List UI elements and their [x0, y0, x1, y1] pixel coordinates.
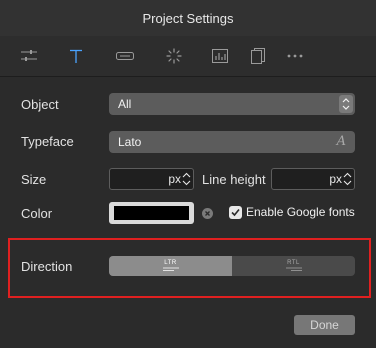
- more-icon: [287, 54, 303, 58]
- tool-button[interactable]: [113, 44, 137, 68]
- direction-segmented-control: LTR RTL: [109, 256, 355, 276]
- loader-icon: [166, 48, 182, 64]
- size-input[interactable]: px: [109, 168, 194, 190]
- tool-text[interactable]: [64, 44, 88, 68]
- line-height-input[interactable]: px: [271, 168, 355, 190]
- project-settings-window: Project Settings Object All Typeface Lat…: [0, 0, 376, 348]
- object-select-value: All: [118, 97, 132, 111]
- direction-label: Direction: [21, 259, 73, 274]
- text-icon: [68, 48, 84, 64]
- typeface-label: Typeface: [21, 134, 74, 149]
- tool-chart[interactable]: [208, 44, 232, 68]
- clear-color-button[interactable]: [202, 208, 213, 219]
- tool-sliders[interactable]: [17, 44, 41, 68]
- google-fonts-label[interactable]: Enable Google fonts: [246, 205, 355, 219]
- title-bar: Project Settings: [0, 0, 376, 36]
- select-arrows-icon: [339, 95, 353, 113]
- size-label: Size: [21, 172, 47, 187]
- typeface-field[interactable]: Lato A: [109, 131, 355, 153]
- direction-option-rtl[interactable]: RTL: [232, 256, 355, 276]
- object-label: Object: [21, 97, 59, 112]
- line-height-stepper-icon[interactable]: [343, 172, 352, 186]
- checkmark-icon: [229, 206, 242, 219]
- line-height-unit: px: [329, 172, 342, 186]
- window-title: Project Settings: [142, 10, 234, 26]
- close-icon: [202, 208, 213, 219]
- button-icon: [116, 51, 134, 61]
- object-select[interactable]: All: [109, 93, 355, 115]
- align-right-icon: [285, 267, 302, 271]
- sliders-icon: [20, 49, 38, 63]
- toolbar: [0, 36, 376, 77]
- color-well[interactable]: [109, 202, 194, 224]
- google-fonts-checkbox[interactable]: [229, 206, 242, 219]
- direction-option-rtl-label: RTL: [287, 260, 300, 266]
- line-height-label: Line height: [202, 172, 266, 187]
- chart-icon: [212, 49, 228, 63]
- done-button[interactable]: Done: [294, 315, 355, 335]
- direction-option-ltr-label: LTR: [164, 260, 177, 266]
- tool-loader[interactable]: [162, 44, 186, 68]
- pages-icon: [251, 48, 265, 64]
- font-picker-icon: A: [336, 134, 346, 149]
- size-stepper-icon[interactable]: [182, 172, 191, 186]
- size-unit: px: [168, 172, 181, 186]
- align-left-icon: [162, 267, 179, 271]
- typeface-value: Lato: [118, 135, 142, 149]
- color-label: Color: [21, 206, 53, 221]
- tool-more[interactable]: [283, 44, 307, 68]
- direction-option-ltr[interactable]: LTR: [109, 256, 232, 276]
- color-swatch: [114, 206, 189, 220]
- tool-pages[interactable]: [246, 44, 270, 68]
